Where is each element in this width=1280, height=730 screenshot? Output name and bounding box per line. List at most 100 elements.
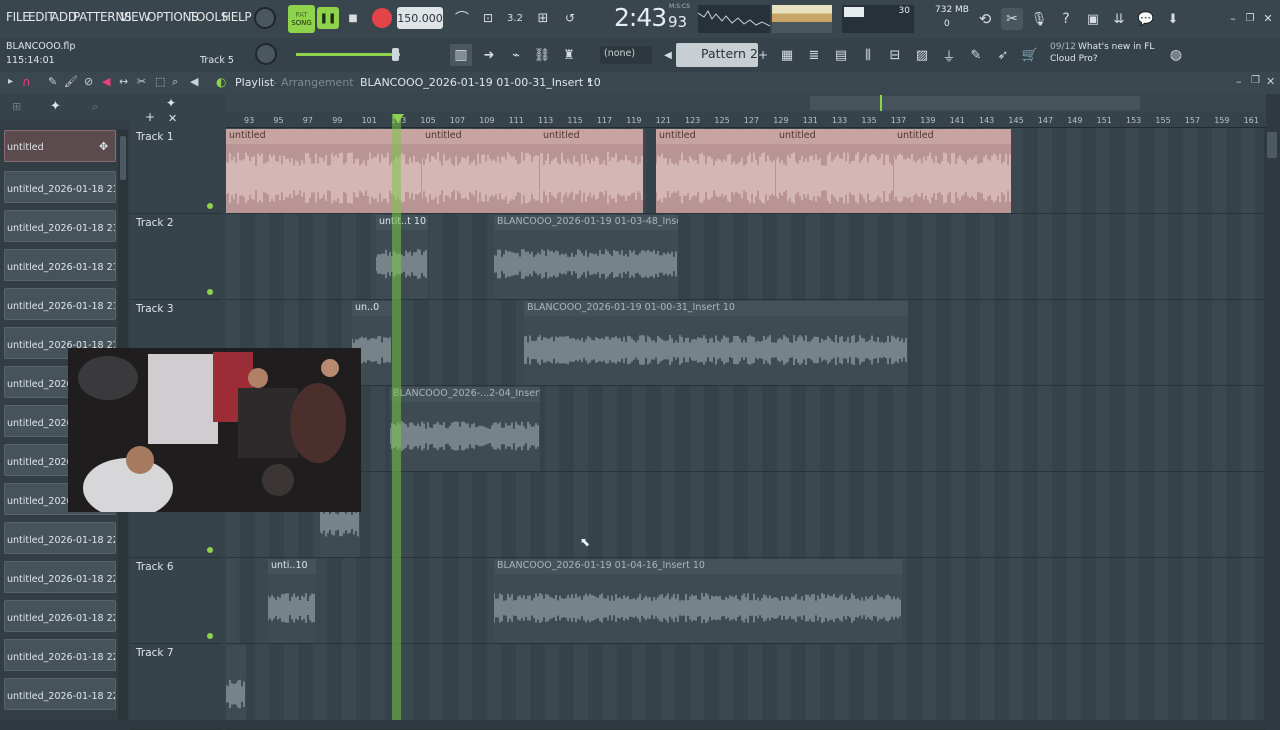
browser-item[interactable]: untitled_2026-01-18 22-... (4, 522, 116, 554)
song-time[interactable]: 2:43 (614, 3, 667, 32)
bird-icon[interactable]: ➶ (992, 44, 1014, 66)
audio-clip[interactable]: untit..t 10 (376, 215, 428, 299)
browser-item[interactable]: untitled_2026-01-18 22-... (4, 600, 116, 632)
audio-clip[interactable]: BLANCOOO_2026-01-19 01-03-48_Insert 10 (494, 215, 678, 299)
link-icon[interactable]: ⛓ (531, 44, 553, 66)
render-icon[interactable]: ⇊ (1108, 8, 1130, 30)
add-track-icon[interactable]: + (145, 110, 155, 124)
playlist-vertical-scrollbar[interactable] (1264, 128, 1280, 720)
panel-arrow-icon[interactable]: ▸ (8, 76, 13, 87)
track-enable-led[interactable] (207, 289, 213, 295)
close-icon[interactable]: ✕ (1261, 11, 1275, 25)
cpu-meter[interactable]: 30 (842, 5, 914, 33)
tempo-display[interactable]: 150.000 (397, 7, 443, 29)
news-line1[interactable]: What's new in FL (1078, 42, 1154, 52)
overview-scrollbar[interactable] (226, 94, 1266, 112)
browser-icon[interactable]: ⊟ (884, 44, 906, 66)
song-mode-button[interactable]: PAT SONG (288, 5, 315, 33)
track-enable-led[interactable] (207, 547, 213, 553)
panel-minimize-icon[interactable]: – (1236, 75, 1242, 88)
news-line2[interactable]: Cloud Pro? (1050, 54, 1098, 64)
project-icon[interactable]: ▨ (911, 44, 933, 66)
close-overview-icon[interactable]: ✕ (168, 112, 177, 125)
audio-clip[interactable] (226, 559, 236, 643)
pattern-selector[interactable]: Pattern 2 (676, 43, 758, 67)
track-header[interactable]: Track 1 (130, 128, 222, 214)
record-button[interactable] (372, 8, 392, 28)
browser-item[interactable]: untitled_2026-01-18 21-... (4, 171, 116, 203)
browser-item-drag-icon[interactable]: ✥ (99, 140, 108, 153)
step-edit-icon[interactable]: ⊞ (532, 9, 554, 27)
pattern-prev-icon[interactable]: ◀ (662, 46, 674, 64)
audio-clip[interactable]: untitled (776, 129, 894, 213)
plugin-icon[interactable]: ⏚ (938, 44, 960, 66)
slip-tool-icon[interactable]: ↔ (119, 75, 128, 88)
browser-item[interactable]: untitled_2026-01-18 21-... (4, 210, 116, 242)
track-lane[interactable] (226, 386, 1266, 472)
countdown-icon[interactable]: 3.2 (504, 9, 526, 27)
piano-roll-icon[interactable]: ▤ (830, 44, 852, 66)
help-icon[interactable]: ? (1055, 8, 1077, 30)
audio-clip[interactable]: BLANCOOO_2026-...2-04_Insert 10 (390, 387, 540, 471)
master-pitch-knob[interactable] (255, 43, 277, 65)
audio-clip[interactable]: untitled (422, 129, 540, 213)
microphone-icon[interactable]: 🎙 (1028, 8, 1050, 30)
cart-icon[interactable]: 🛒 (1019, 44, 1041, 66)
track-header[interactable]: Track 7 (130, 644, 222, 730)
globe-icon[interactable]: ◍ (1166, 45, 1186, 65)
track-header[interactable]: Track 6 (130, 558, 222, 644)
plug-icon[interactable]: ⌁ (505, 44, 527, 66)
zoom-tool-icon[interactable]: ⌕ (172, 75, 178, 89)
menu-help[interactable]: HELP (222, 10, 252, 24)
tuning-icon[interactable]: ✎ (965, 44, 987, 66)
magnet-icon[interactable]: ∩ (22, 75, 31, 89)
stop-button[interactable]: ■ (344, 9, 362, 27)
draw-tool-icon[interactable]: ✎ (48, 75, 57, 88)
channel-selector[interactable]: (none) (600, 46, 652, 64)
loop-record-icon[interactable]: ↺ (559, 9, 581, 27)
browser-snap-icon[interactable]: ✦ (50, 99, 61, 114)
piano-icon[interactable]: ▥ (450, 44, 472, 66)
playlist-grid[interactable]: untitled untitled untitled untitled unti… (226, 128, 1266, 730)
browser-item[interactable]: untitled_2026-01-18 22-... (4, 639, 116, 671)
browser-item[interactable]: untitled_2026-01-18 21-... (4, 249, 116, 281)
slice-tool-icon[interactable]: ✂ (137, 75, 146, 88)
track-enable-led[interactable] (207, 203, 213, 209)
panel-restore-icon[interactable]: ❐ (1251, 75, 1260, 86)
mute-tool-icon[interactable]: ◀ (102, 75, 110, 88)
pattern-add-icon[interactable]: + (757, 46, 769, 64)
playhead-marker-icon[interactable] (392, 114, 404, 123)
chat-icon[interactable]: 💬 (1135, 8, 1157, 30)
menu-file[interactable]: FILE (6, 10, 30, 24)
playlist-mode[interactable]: Arrangement (281, 76, 354, 89)
select-tool-icon[interactable]: ⬚ (155, 75, 165, 88)
arrow-icon[interactable]: ➜ (478, 44, 500, 66)
audio-clip[interactable] (226, 645, 246, 720)
overview-thumb[interactable] (810, 96, 1140, 110)
playhead[interactable] (392, 114, 401, 720)
browser-item[interactable]: untitled_2026-01-18 22-... (4, 678, 116, 710)
panel-close-icon[interactable]: ✕ (1266, 75, 1275, 88)
paint-tool-icon[interactable]: 🖌 (64, 75, 78, 88)
track-lane[interactable] (226, 644, 1266, 730)
timeline-ruler[interactable]: 9395979910110310510710911111311511711912… (226, 112, 1266, 128)
track-header[interactable]: Track 2 (130, 214, 222, 300)
playback-tool-icon[interactable]: ◀ (190, 75, 198, 88)
clip-menu-icon[interactable]: ▸ (588, 76, 593, 86)
save-icon[interactable]: ▣ (1082, 8, 1104, 30)
playlist-icon[interactable]: ≣ (803, 44, 825, 66)
stamp-icon[interactable]: ♜ (558, 44, 580, 66)
browser-item[interactable]: untitled_2026-01-18 22-... (4, 561, 116, 593)
pause-button[interactable]: ❚❚ (317, 7, 339, 29)
track-enable-led[interactable] (207, 633, 213, 639)
metronome-icon[interactable]: ⌒ (452, 9, 472, 27)
channel-rack-icon[interactable]: ▦ (776, 44, 798, 66)
minimize-icon[interactable]: – (1226, 11, 1240, 25)
wait-input-icon[interactable]: ⊡ (478, 9, 498, 27)
audio-clip[interactable]: untitled (540, 129, 643, 213)
mixer-icon[interactable]: ⫼ (857, 44, 879, 66)
restore-icon[interactable]: ❐ (1243, 11, 1257, 25)
browser-menu-icon[interactable]: ⊞ (12, 100, 21, 113)
undo-icon[interactable]: ⟲ (974, 8, 996, 30)
master-volume-slider[interactable] (296, 53, 400, 56)
